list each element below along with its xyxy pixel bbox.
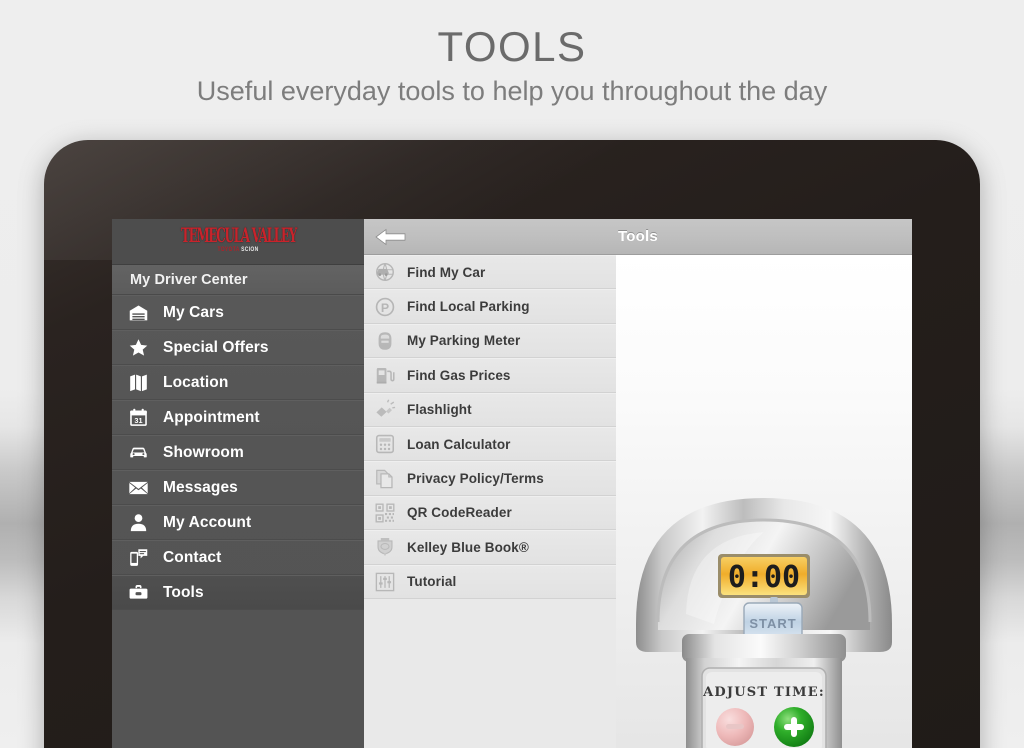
car-icon [125,442,151,464]
sidebar-item-label: Special Offers [163,338,269,356]
sidebar-item-location[interactable]: Location [112,365,364,400]
navbar-title: Tools [618,228,658,245]
toolbox-icon [125,582,151,604]
sidebar-item-label: Showroom [163,443,244,461]
tool-item-find-local-parking[interactable]: P Find Local Parking [364,289,616,324]
tool-item-find-gas-prices[interactable]: Find Gas Prices [364,358,616,393]
tool-item-label: Find My Car [407,264,486,280]
phone-chat-icon [125,547,151,569]
sidebar-item-label: My Account [163,513,252,531]
page-title: TOOLS [437,23,587,70]
tool-item-label: QR CodeReader [407,505,512,521]
gas-pump-icon [372,362,398,388]
tool-item-privacy-policy-terms[interactable]: Privacy Policy/Terms [364,461,616,496]
sidebar-header: My Driver Center [112,265,364,295]
parking-meter-graphic: 0:00 START ADJUST TIME: METER WILL EXPIR… [616,446,912,748]
sidebar-filler [112,610,364,748]
tools-list: Find My Car P Find Local Parking My Parking… [364,255,616,748]
tool-item-label: Loan Calculator [407,436,511,452]
sidebar-item-my-cars[interactable]: My Cars [112,295,364,330]
brand-sub-left: TOYOTA [217,246,240,254]
sidebar-item-label: Messages [163,478,238,496]
documents-icon [372,466,398,492]
sidebar-item-label: Location [163,373,229,391]
qr-code-icon [372,500,398,526]
tool-item-flashlight[interactable]: Flashlight [364,392,616,427]
kbb-badge-icon [372,534,398,560]
meter-start-label: START [749,616,796,631]
tool-item-label: Find Gas Prices [407,367,511,383]
tool-item-label: Flashlight [407,402,472,418]
svg-text:P: P [381,301,389,315]
flashlight-icon [372,397,398,423]
meter-countdown: 0:00 [728,560,800,595]
parking-meter-svg: 0:00 START ADJUST TIME: METER WILL EXPIR… [636,498,892,748]
sidebar-item-appointment[interactable]: 31 Appointment [112,400,364,435]
tools-panel: Find My Car P Find Local Parking My Parking… [364,219,616,748]
star-icon [125,337,151,359]
parking-meter-icon [372,328,398,354]
navigation-bar: Tools [364,219,912,255]
tablet-screen: TEMECULA VALLEY TOYOTA SCION My Driver C… [112,219,912,748]
sidebar-item-my-account[interactable]: My Account [112,505,364,540]
sidebar-item-list: My Cars Special Offers Location 31 Appointme… [112,295,364,610]
sidebar-item-label: My Cars [163,303,225,321]
tool-item-my-parking-meter[interactable]: My Parking Meter [364,323,616,359]
page-subtitle: Useful everyday tools to help you throug… [196,76,828,106]
garage-icon [125,302,151,324]
sidebar-item-label: Contact [163,548,222,566]
sidebar-item-special-offers[interactable]: Special Offers [112,330,364,365]
tool-item-tutorial[interactable]: Tutorial [364,564,616,599]
tool-item-find-my-car[interactable]: Find My Car [364,255,616,290]
parking-p-icon: P [372,294,398,320]
tool-item-loan-calculator[interactable]: Loan Calculator [364,426,616,462]
page-heading: TOOLS Useful everyday tools to help you … [0,0,1024,110]
tool-item-label: Privacy Policy/Terms [407,471,544,487]
sidebar-item-label: Appointment [163,408,260,426]
sidebar-item-label: Tools [163,583,204,601]
tool-item-label: Tutorial [407,574,457,590]
envelope-icon [125,477,151,499]
car-globe-icon [372,259,398,285]
tool-item-label: My Parking Meter [407,333,521,349]
brand-logo: TEMECULA VALLEY TOYOTA SCION [112,219,364,265]
tool-item-label: Kelley Blue Book® [407,539,529,555]
calculator-icon [372,431,398,457]
tool-item-kelley-blue-book-[interactable]: Kelley Blue Book® [364,530,616,565]
tablet-device: TEMECULA VALLEY TOYOTA SCION My Driver C… [44,140,980,748]
calendar-31-icon: 31 [125,407,151,429]
brand-sub-right: SCION [241,246,259,254]
tool-item-label: Find Local Parking [407,299,530,315]
sidebar-item-contact[interactable]: Contact [112,540,364,575]
sidebar-item-tools[interactable]: Tools [112,575,364,610]
meter-adjust-time-label: ADJUST TIME: [702,685,825,700]
sidebar-item-messages[interactable]: Messages [112,470,364,505]
sidebar-item-showroom[interactable]: Showroom [112,435,364,470]
map-icon [125,372,151,394]
brand-name: TEMECULA VALLEY [180,225,297,248]
sidebar: TEMECULA VALLEY TOYOTA SCION My Driver C… [112,219,364,748]
detail-panel: 0:00 START ADJUST TIME: METER WILL EXPIR… [616,255,912,748]
person-icon [125,512,151,534]
svg-text:31: 31 [134,416,142,425]
tool-item-qr-codereader[interactable]: QR CodeReader [364,495,616,531]
sliders-icon [372,569,398,595]
